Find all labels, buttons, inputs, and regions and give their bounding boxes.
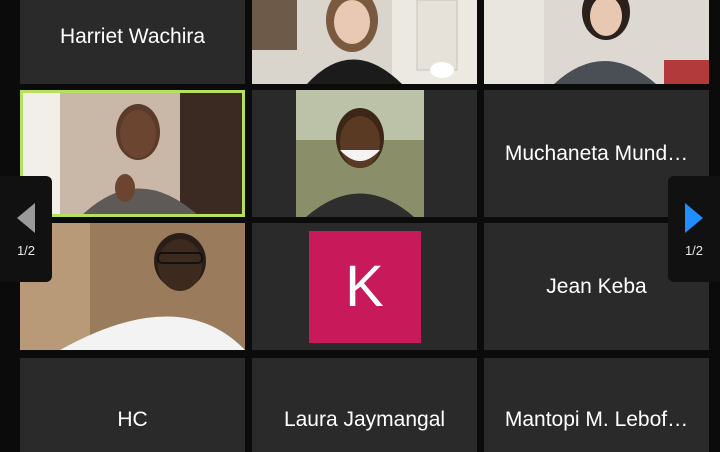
chevron-left-icon xyxy=(17,202,35,233)
participant-name: Jean Keba xyxy=(546,274,647,298)
participant-video-feed xyxy=(252,0,477,84)
participant-video-tile[interactable] xyxy=(20,223,245,350)
participant-name: Mantopi M. Lebof… xyxy=(504,408,689,431)
participant-video-tile[interactable] xyxy=(252,0,477,84)
participant-video-feed xyxy=(484,0,709,84)
participant-tile-avatar-k[interactable]: K xyxy=(252,223,477,350)
participant-tile-laura[interactable]: Laura Jaymangal xyxy=(252,358,477,452)
participant-tile-hc[interactable]: HC xyxy=(20,358,245,452)
participant-video-feed xyxy=(20,223,245,350)
participant-name: Harriet Wachira xyxy=(59,25,206,48)
participant-avatar: K xyxy=(308,230,421,343)
participant-name: HC xyxy=(117,408,148,431)
participant-video-tile-active-speaker[interactable] xyxy=(20,90,245,217)
participant-tile-mantopi[interactable]: Mantopi M. Lebof… xyxy=(484,358,709,452)
participant-name: Muchaneta Mund… xyxy=(504,141,689,165)
video-gallery-grid: Harriet Wachira Muchaneta Mund… K Jean K… xyxy=(0,0,720,452)
participant-name: Laura Jaymangal xyxy=(283,408,446,431)
participant-video-tile[interactable] xyxy=(484,0,709,84)
participant-video-feed xyxy=(295,90,424,217)
participant-tile-harriet[interactable]: Harriet Wachira xyxy=(20,0,245,84)
participant-video-tile[interactable] xyxy=(252,90,477,217)
chevron-right-icon xyxy=(685,202,703,233)
next-page-button[interactable]: 1/2 xyxy=(668,176,720,282)
page-indicator: 1/2 xyxy=(684,242,704,258)
participant-video-feed xyxy=(20,90,245,217)
previous-page-button[interactable]: 1/2 xyxy=(0,176,52,282)
avatar-initial: K xyxy=(345,254,384,319)
page-indicator: 1/2 xyxy=(16,242,36,258)
